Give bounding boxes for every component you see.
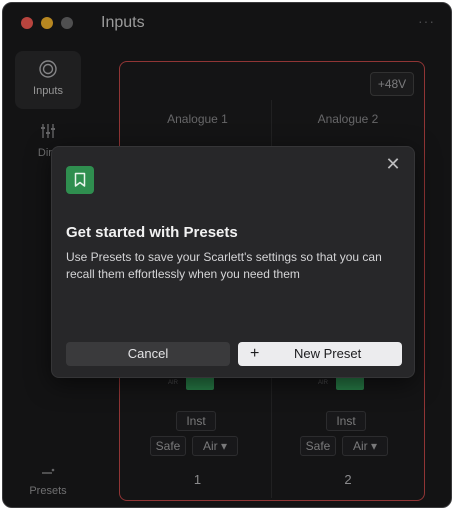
close-icon[interactable]: ✕ bbox=[384, 155, 402, 173]
cancel-button[interactable]: Cancel bbox=[66, 342, 230, 366]
dialog-title: Get started with Presets bbox=[66, 224, 238, 241]
new-preset-label: New Preset bbox=[294, 346, 362, 361]
plus-icon: + bbox=[250, 345, 260, 362]
dialog-body: Use Presets to save your Scarlett's sett… bbox=[66, 250, 382, 281]
bookmark-icon bbox=[66, 166, 94, 194]
presets-dialog: ✕ Get started with Presets Use Presets t… bbox=[51, 146, 415, 378]
app-window: Inputs ··· Inputs Dire Presets +48V Anal… bbox=[2, 2, 452, 508]
new-preset-button[interactable]: + New Preset bbox=[238, 342, 402, 366]
